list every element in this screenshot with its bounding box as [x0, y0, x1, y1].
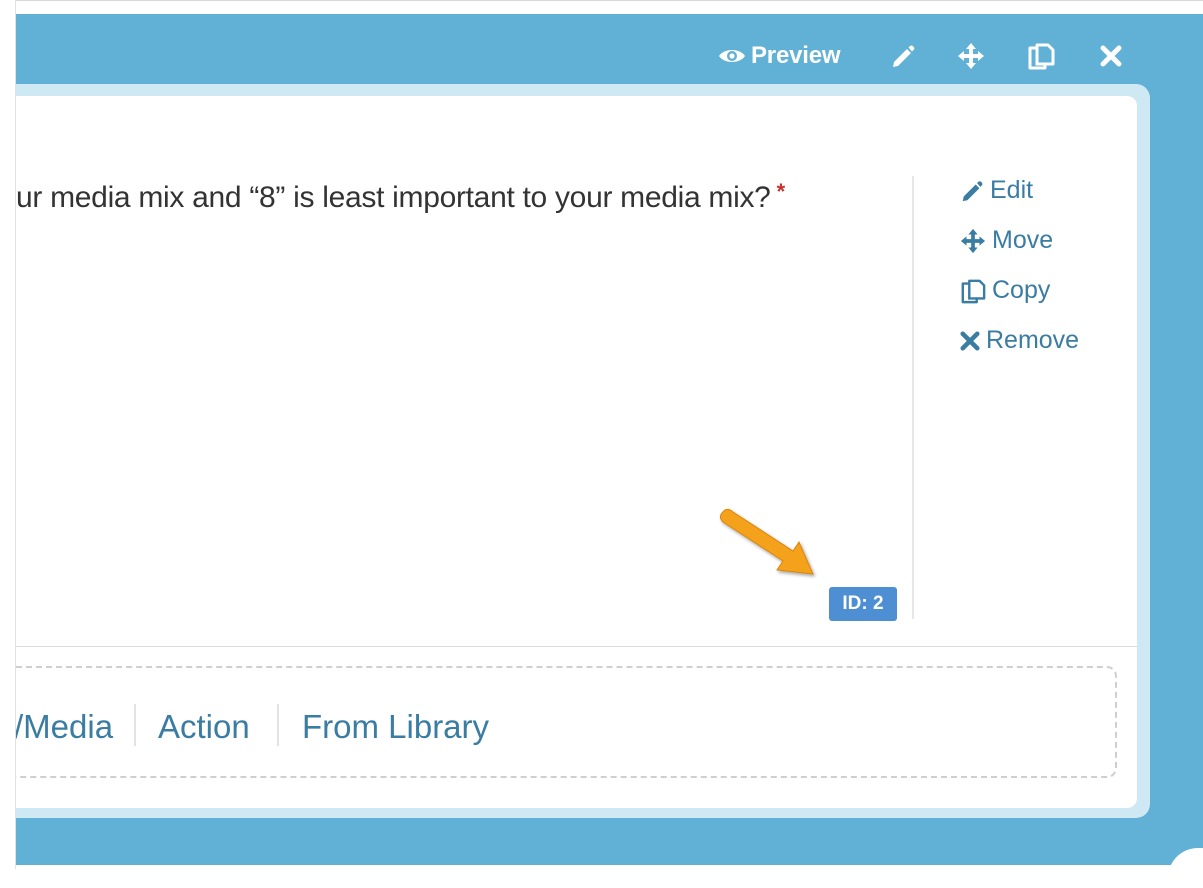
- window-border-top: [16, 0, 1203, 1]
- add-bar-separator: [134, 704, 136, 746]
- preview-button[interactable]: Preview: [718, 42, 841, 70]
- copy-icon: [1027, 42, 1055, 70]
- add-bar-separator: [277, 704, 279, 746]
- move-icon: [957, 42, 985, 70]
- question-text-row: ur media mix and “8” is least important …: [16, 179, 786, 215]
- edit-action[interactable]: Edit: [960, 176, 1033, 205]
- pencil-icon: [890, 43, 916, 69]
- edit-toolbar-button[interactable]: [890, 42, 916, 70]
- from-library-link[interactable]: From Library: [302, 708, 489, 746]
- eye-icon: [718, 46, 746, 66]
- pencil-icon: [960, 179, 990, 203]
- page-canvas: Preview ur media mix and “8” is least im…: [16, 14, 1203, 865]
- preview-label: Preview: [751, 42, 841, 69]
- question-id-badge: ID: 2: [829, 587, 897, 621]
- question-text: ur media mix and “8” is least important …: [16, 181, 771, 214]
- close-icon: [960, 330, 986, 351]
- actions-divider: [912, 176, 914, 619]
- add-action-link[interactable]: Action: [158, 708, 250, 746]
- annotation-arrow: [711, 500, 821, 585]
- edit-label: Edit: [990, 176, 1034, 204]
- copy-action[interactable]: Copy: [960, 276, 1050, 305]
- move-toolbar-button[interactable]: [957, 42, 985, 70]
- close-icon: [1100, 45, 1122, 67]
- card-divider: [16, 646, 1137, 647]
- question-card: ur media mix and “8” is least important …: [16, 96, 1137, 808]
- move-icon: [960, 228, 992, 254]
- remove-action[interactable]: Remove: [960, 326, 1079, 355]
- add-media-link[interactable]: /Media: [16, 708, 113, 746]
- move-action[interactable]: Move: [960, 226, 1053, 255]
- close-toolbar-button[interactable]: [1100, 42, 1122, 70]
- copy-toolbar-button[interactable]: [1027, 42, 1055, 70]
- required-marker: *: [776, 179, 786, 204]
- copy-label: Copy: [992, 276, 1051, 304]
- copy-icon: [960, 278, 992, 304]
- move-label: Move: [992, 226, 1054, 254]
- remove-label: Remove: [986, 326, 1080, 354]
